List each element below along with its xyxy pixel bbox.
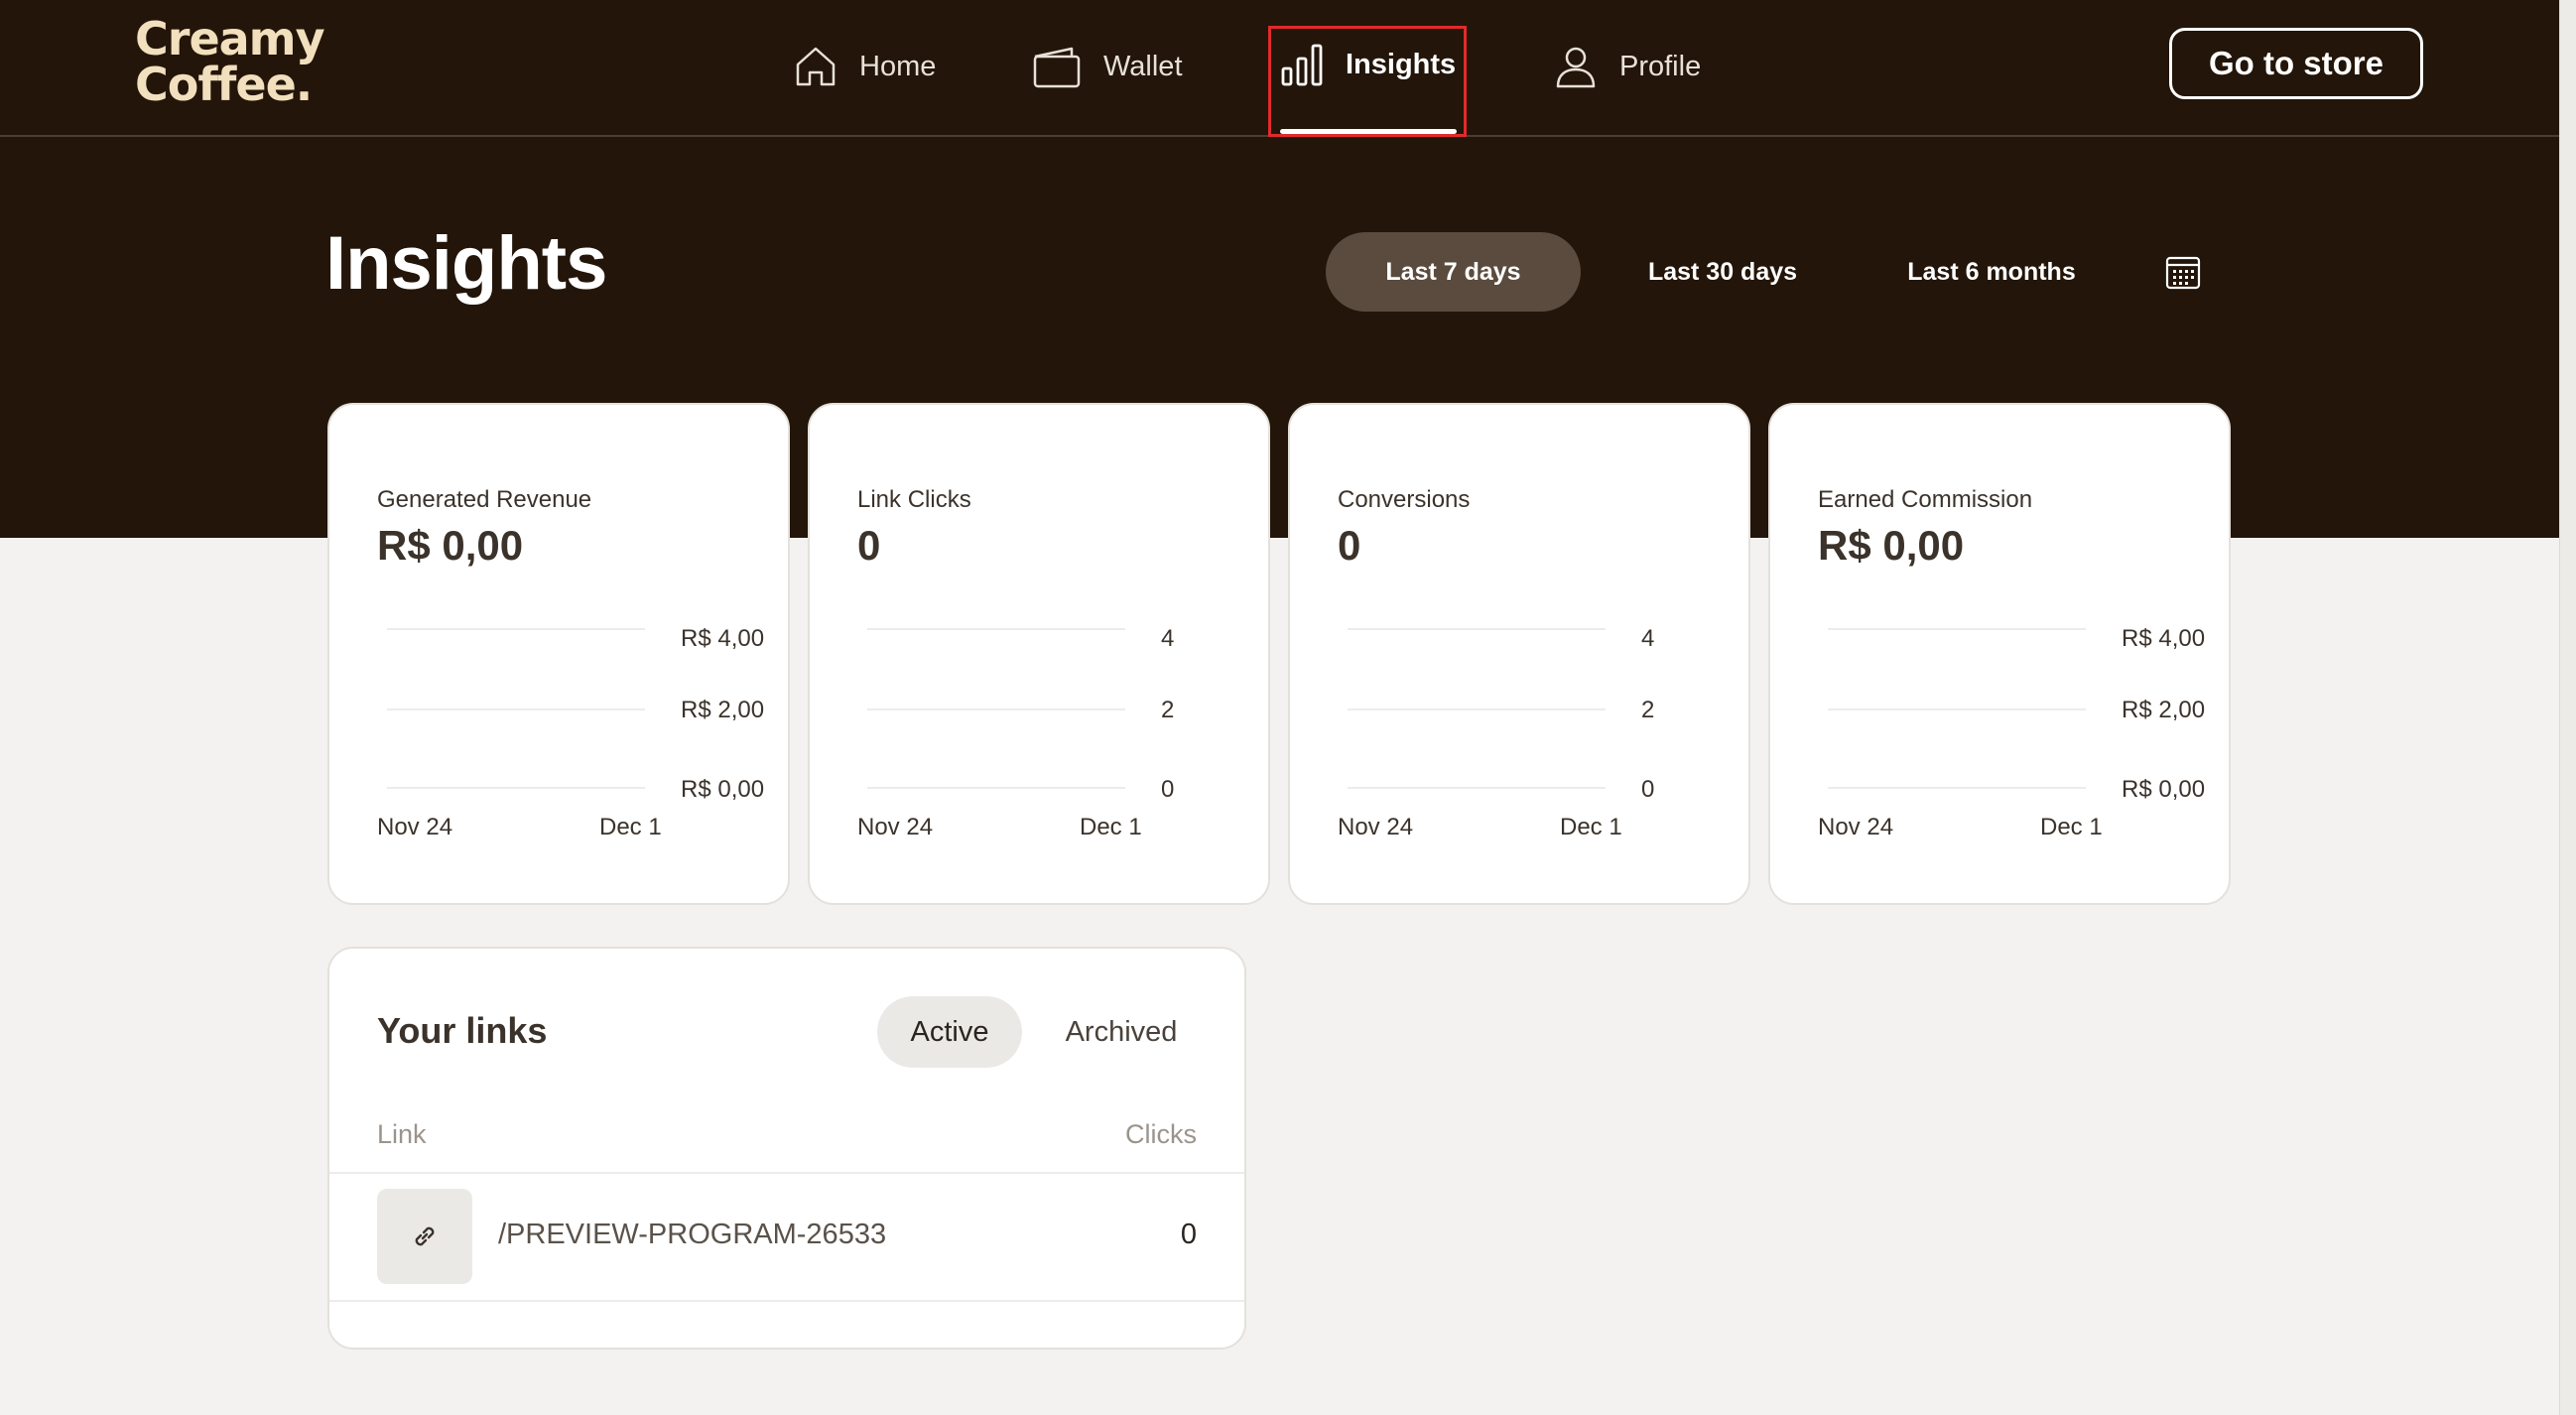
- grid-line: [387, 787, 645, 789]
- metric-card-earned-commission: Earned Commission R$ 0,00 R$ 4,00 R$ 2,0…: [1768, 403, 2231, 905]
- range-last-6-months[interactable]: Last 6 months: [1887, 232, 2096, 312]
- row-divider: [329, 1300, 1244, 1302]
- y-tick-label: 2: [1641, 697, 1655, 723]
- page-title: Insights: [325, 221, 607, 306]
- metric-card-generated-revenue: Generated Revenue R$ 0,00 R$ 4,00 R$ 2,0…: [327, 403, 790, 905]
- grid-line: [1828, 708, 2086, 710]
- x-tick-label: Nov 24: [1818, 814, 1894, 840]
- x-tick-label: Nov 24: [377, 814, 453, 840]
- go-to-store-button[interactable]: Go to store: [2169, 28, 2423, 99]
- link-path[interactable]: /PREVIEW-PROGRAM-26533: [498, 1219, 886, 1251]
- x-tick-label: Dec 1: [1560, 814, 1622, 840]
- tab-active[interactable]: Active: [877, 996, 1022, 1068]
- y-tick-label: R$ 4,00: [2122, 625, 2206, 652]
- metric-card-link-clicks: Link Clicks 0 4 2 0 Nov 24 Dec 1: [808, 403, 1270, 905]
- grid-line: [1828, 787, 2086, 789]
- y-tick-label: R$ 2,00: [2122, 697, 2206, 723]
- link-chain-icon: [415, 1226, 435, 1246]
- y-tick-label: 0: [1161, 776, 1175, 803]
- link-clicks-count: 0: [1180, 1219, 1197, 1250]
- y-tick-label: R$ 0,00: [2122, 776, 2206, 803]
- y-tick-label: 2: [1161, 697, 1175, 723]
- metric-value: 0: [857, 522, 881, 569]
- metric-label: Generated Revenue: [377, 486, 592, 513]
- nav-wallet-label: Wallet: [1103, 50, 1183, 82]
- grid-line: [1348, 787, 1606, 789]
- y-tick-label: 4: [1161, 625, 1175, 652]
- calendar-button[interactable]: [2163, 252, 2203, 292]
- user-icon: [1556, 47, 1596, 88]
- x-tick-label: Nov 24: [1338, 814, 1414, 840]
- tab-archived[interactable]: Archived: [1052, 996, 1191, 1068]
- range-last-30-days[interactable]: Last 30 days: [1623, 232, 1822, 312]
- nav-profile[interactable]: Profile: [1554, 36, 1701, 97]
- metric-label: Conversions: [1338, 486, 1471, 513]
- grid-line: [1828, 628, 2086, 630]
- metric-label: Link Clicks: [857, 486, 971, 513]
- top-navigation: Creamy Coffee. Home Wallet Insights Prof…: [0, 0, 2560, 137]
- metric-label: Earned Commission: [1818, 486, 2033, 513]
- metric-value: R$ 0,00: [1818, 522, 1965, 569]
- your-links-card: Your links Active Archived Link Clicks /…: [327, 947, 1246, 1350]
- grid-line: [867, 628, 1125, 630]
- metric-value: R$ 0,00: [377, 522, 524, 569]
- brand-logo-line1: Creamy: [135, 12, 325, 65]
- x-tick-label: Dec 1: [1080, 814, 1142, 840]
- x-tick-label: Dec 1: [599, 814, 662, 840]
- wallet-icon: [1033, 47, 1081, 88]
- nav-profile-label: Profile: [1619, 50, 1702, 82]
- y-tick-label: 4: [1641, 625, 1655, 652]
- range-last-7-days[interactable]: Last 7 days: [1326, 232, 1581, 312]
- y-tick-label: R$ 2,00: [681, 697, 765, 723]
- nav-home-label: Home: [859, 50, 937, 82]
- link-icon-button[interactable]: [377, 1189, 472, 1284]
- y-tick-label: R$ 4,00: [681, 625, 765, 652]
- links-title: Your links: [377, 1010, 548, 1051]
- row-divider: [329, 1172, 1244, 1174]
- column-header-clicks: Clicks: [1125, 1119, 1197, 1149]
- brand-logo-line2: Coffee.: [135, 58, 313, 111]
- y-tick-label: 0: [1641, 776, 1655, 803]
- metric-card-conversions: Conversions 0 4 2 0 Nov 24 Dec 1: [1288, 403, 1750, 905]
- x-tick-label: Nov 24: [857, 814, 934, 840]
- selection-highlight-box: [1268, 26, 1467, 137]
- grid-line: [1348, 708, 1606, 710]
- home-icon: [796, 47, 836, 86]
- brand-logo[interactable]: Creamy Coffee.: [135, 12, 325, 111]
- grid-line: [387, 708, 645, 710]
- grid-line: [1348, 628, 1606, 630]
- nav-home[interactable]: Home: [794, 36, 936, 97]
- metric-value: 0: [1338, 522, 1361, 569]
- column-header-link: Link: [377, 1119, 427, 1149]
- grid-line: [867, 787, 1125, 789]
- y-tick-label: R$ 0,00: [681, 776, 765, 803]
- nav-wallet[interactable]: Wallet: [1032, 36, 1183, 97]
- page: Creamy Coffee. Home Wallet Insights Prof…: [0, 0, 2560, 1415]
- calendar-icon: [2165, 256, 2201, 290]
- x-tick-label: Dec 1: [2040, 814, 2103, 840]
- grid-line: [387, 628, 645, 630]
- grid-line: [867, 708, 1125, 710]
- vertical-scrollbar[interactable]: [2559, 0, 2576, 1415]
